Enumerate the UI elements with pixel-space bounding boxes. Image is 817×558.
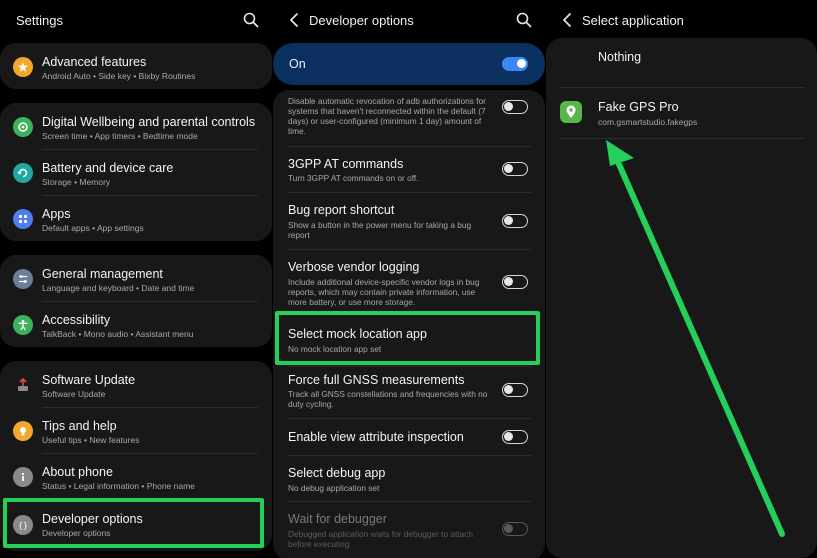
toggle-knob (517, 59, 526, 68)
software-update-icon (13, 375, 33, 395)
device-care-icon (13, 163, 33, 183)
toggle-knob (504, 524, 513, 533)
settings-item-advanced-features[interactable]: Advanced features Android Auto • Side ke… (0, 43, 272, 89)
star-plus-icon (13, 57, 33, 77)
toggle-knob (504, 277, 513, 286)
info-icon (13, 467, 33, 487)
item-subtitle: Android Auto • Side key • Bixby Routines (42, 71, 196, 81)
dev-item-gnss[interactable]: Force full GNSS measurements Track all G… (273, 367, 545, 419)
settings-item-accessibility[interactable]: Accessibility TalkBack • Mono audio • As… (0, 301, 272, 347)
item-subtitle: No debug application set (288, 483, 380, 493)
select-application-panel: Select application Nothing Fake GPS Pro … (546, 0, 817, 558)
item-title: Tips and help (42, 419, 117, 433)
dev-item-adb-revocation[interactable]: Disable automatic revocation of adb auth… (273, 90, 545, 142)
wellbeing-icon (13, 117, 33, 137)
settings-group-2: Digital Wellbeing and parental controls … (0, 103, 272, 241)
page-title: Settings (16, 12, 63, 28)
dev-item-3gpp[interactable]: 3GPP AT commands Turn 3GPP AT commands o… (273, 147, 545, 192)
settings-header: Settings (0, 0, 272, 40)
developer-options-panel: Developer options On Disable automatic r… (273, 0, 545, 558)
item-subtitle: Language and keyboard • Date and time (42, 283, 195, 293)
master-switch-label: On (289, 57, 306, 71)
dev-item-view-attribute[interactable]: Enable view attribute inspection (273, 419, 545, 455)
dev-item-bug-report[interactable]: Bug report shortcut Show a button in the… (273, 193, 545, 249)
highlight-developer-options (3, 498, 264, 548)
item-subtitle: Status • Legal information • Phone name (42, 481, 195, 491)
view-attribute-toggle[interactable] (502, 430, 528, 444)
item-subtitle: Include additional device-specific vendo… (288, 277, 480, 307)
settings-group-3: General management Language and keyboard… (0, 255, 272, 347)
gnss-toggle[interactable] (502, 383, 528, 397)
item-title: Bug report shortcut (288, 203, 395, 217)
item-title: Software Update (42, 373, 136, 387)
apps-icon (13, 209, 33, 229)
settings-item-about-phone[interactable]: About phone Status • Legal information •… (0, 453, 272, 499)
verbose-logging-toggle[interactable] (502, 275, 528, 289)
item-subtitle: Default apps • App settings (42, 223, 144, 233)
dev-item-verbose-logging[interactable]: Verbose vendor logging Include additiona… (273, 250, 545, 314)
search-icon[interactable] (515, 11, 533, 29)
developer-header: Developer options (273, 0, 545, 40)
item-subtitle: Debugged application waits for debugger … (288, 529, 473, 549)
toggle-knob (504, 432, 513, 441)
item-title: Battery and device care (42, 161, 174, 175)
settings-group-1: Advanced features Android Auto • Side ke… (0, 43, 272, 89)
item-subtitle: Show a button in the power menu for taki… (288, 220, 472, 240)
master-toggle[interactable] (502, 57, 528, 71)
3gpp-toggle[interactable] (502, 162, 528, 176)
item-subtitle: Useful tips • New features (42, 435, 140, 445)
item-title: General management (42, 267, 163, 281)
arrow-head (606, 140, 634, 166)
accessibility-icon (13, 315, 33, 335)
toggle-knob (504, 102, 513, 111)
item-subtitle: Screen time • App timers • Bedtime mode (42, 131, 198, 141)
item-subtitle: Software Update (42, 389, 106, 399)
pointer-arrow (606, 140, 785, 537)
settings-item-software-update[interactable]: Software Update Software Update (0, 361, 272, 407)
master-switch-bar[interactable]: On (273, 43, 545, 85)
page-title: Developer options (309, 12, 414, 28)
search-icon[interactable] (242, 11, 260, 29)
item-title: Enable view attribute inspection (288, 430, 464, 444)
toggle-knob (504, 164, 513, 173)
item-title: Force full GNSS measurements (288, 373, 465, 387)
settings-panel: Settings Advanced features Android Auto … (0, 0, 272, 558)
item-title: Wait for debugger (288, 512, 387, 526)
arrow-shaft (615, 159, 785, 537)
bulb-icon (13, 421, 33, 441)
item-title: About phone (42, 465, 113, 479)
settings-item-battery[interactable]: Battery and device care Storage • Memory (0, 149, 272, 195)
back-icon[interactable] (287, 10, 301, 30)
settings-item-general-management[interactable]: General management Language and keyboard… (0, 255, 272, 301)
item-title: Select debug app (288, 466, 386, 480)
wait-debugger-toggle (502, 522, 528, 536)
dev-item-wait-debugger: Wait for debugger Debugged application w… (273, 502, 545, 558)
toggle-knob (504, 385, 513, 394)
settings-item-apps[interactable]: Apps Default apps • App settings (0, 195, 272, 241)
item-subtitle: Turn 3GPP AT commands on or off. (288, 173, 419, 183)
item-title: Accessibility (42, 313, 111, 327)
highlight-mock-location (275, 311, 540, 365)
item-title: Digital Wellbeing and parental controls (42, 115, 256, 129)
sliders-icon (13, 269, 33, 289)
item-title: 3GPP AT commands (288, 157, 404, 171)
item-subtitle: Disable automatic revocation of adb auth… (288, 96, 486, 136)
adb-revocation-toggle[interactable] (502, 100, 528, 114)
item-subtitle: Storage • Memory (42, 177, 111, 187)
settings-item-tips[interactable]: Tips and help Useful tips • New features (0, 407, 272, 453)
dev-item-debug-app[interactable]: Select debug app No debug application se… (273, 456, 545, 500)
item-title: Advanced features (42, 55, 147, 69)
settings-item-digital-wellbeing[interactable]: Digital Wellbeing and parental controls … (0, 103, 272, 149)
toggle-knob (504, 216, 513, 225)
item-subtitle: Track all GNSS constellations and freque… (288, 389, 488, 409)
bug-report-toggle[interactable] (502, 214, 528, 228)
item-subtitle: TalkBack • Mono audio • Assistant menu (42, 329, 194, 339)
item-title: Verbose vendor logging (288, 260, 420, 274)
item-title: Apps (42, 207, 71, 221)
